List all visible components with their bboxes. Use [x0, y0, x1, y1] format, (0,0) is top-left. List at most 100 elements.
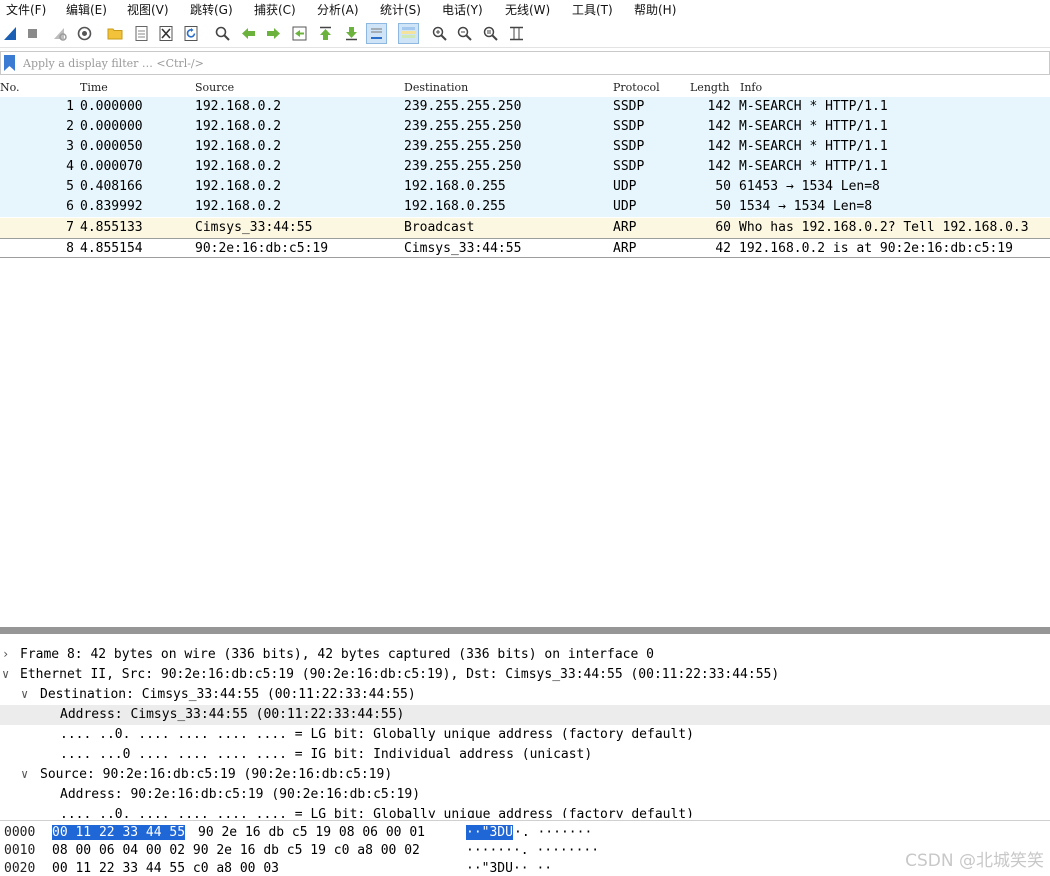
display-filter-bar — [0, 51, 1050, 75]
bytes-hex[interactable]: 00 11 22 33 44 55 c0 a8 00 03 — [52, 861, 279, 876]
tree-item-label: Frame 8: 42 bytes on wire (336 bits), 42… — [20, 647, 654, 662]
cell-destination: Broadcast — [404, 220, 475, 235]
zoom-out-icon[interactable] — [454, 23, 475, 44]
col-no[interactable]: No. — [0, 81, 20, 94]
cell-source: 192.168.0.2 — [195, 199, 282, 214]
bytes-ascii[interactable]: ··"3DU·· ·· — [466, 861, 552, 876]
cell-time: 0.000050 — [80, 139, 143, 154]
forward-arrow-icon[interactable] — [263, 23, 284, 44]
packet-row[interactable]: 4 0.000070 192.168.0.2 239.255.255.250 S… — [0, 157, 1050, 177]
packet-list: No. Time Source Destination Protocol Len… — [0, 78, 1050, 626]
pane-splitter[interactable] — [0, 627, 1050, 634]
autoscroll-icon[interactable] — [366, 23, 387, 44]
col-protocol[interactable]: Protocol — [613, 81, 660, 94]
menu-tools[interactable]: 工具(T) — [572, 1, 613, 18]
expand-arrow-icon[interactable]: › — [2, 647, 14, 661]
menu-capture[interactable]: 捕获(C) — [254, 1, 296, 18]
tree-item-src-address[interactable]: Address: 90:2e:16:db:c5:19 (90:2e:16:db:… — [0, 785, 1050, 805]
collapse-arrow-icon[interactable]: ∨ — [2, 667, 14, 681]
save-file-icon[interactable] — [131, 23, 152, 44]
close-file-icon[interactable] — [156, 23, 177, 44]
menu-edit[interactable]: 编辑(E) — [66, 1, 107, 18]
packet-details: › Frame 8: 42 bytes on wire (336 bits), … — [0, 643, 1050, 818]
normal-size-icon[interactable] — [480, 23, 501, 44]
col-destination[interactable]: Destination — [404, 81, 468, 94]
packet-row-selected[interactable]: 8 4.855154 90:2e:16:db:c5:19 Cimsys_33:4… — [0, 238, 1050, 258]
menu-help[interactable]: 帮助(H) — [634, 1, 676, 18]
back-arrow-icon[interactable] — [238, 23, 259, 44]
bytes-row: 0010 08 00 06 04 00 02 90 2e 16 db c5 19… — [0, 842, 1050, 860]
cell-no: 1 — [66, 99, 74, 114]
capture-options-icon[interactable] — [74, 23, 95, 44]
tree-item-src-lg-bit[interactable]: .... ..0. .... .... .... .... = LG bit: … — [0, 805, 1050, 818]
packet-row[interactable]: 6 0.839992 192.168.0.2 192.168.0.255 UDP… — [0, 197, 1050, 217]
resize-columns-icon[interactable] — [506, 23, 527, 44]
bytes-offset: 0010 — [4, 843, 36, 858]
cell-length: 60 — [715, 220, 731, 235]
packet-row[interactable]: 2 0.000000 192.168.0.2 239.255.255.250 S… — [0, 117, 1050, 137]
packet-row[interactable]: 5 0.408166 192.168.0.2 192.168.0.255 UDP… — [0, 177, 1050, 197]
collapse-arrow-icon[interactable]: ∨ — [21, 687, 33, 701]
first-packet-icon[interactable] — [315, 23, 336, 44]
cell-destination: 239.255.255.250 — [404, 99, 522, 114]
cell-destination: 239.255.255.250 — [404, 139, 522, 154]
tree-item-frame[interactable]: › Frame 8: 42 bytes on wire (336 bits), … — [0, 645, 1050, 665]
col-length[interactable]: Length — [690, 81, 729, 94]
tree-item-label: .... ..0. .... .... .... .... = LG bit: … — [60, 727, 694, 742]
col-info[interactable]: Info — [740, 81, 762, 94]
go-to-packet-icon[interactable] — [289, 23, 310, 44]
stop-icon[interactable] — [22, 23, 43, 44]
cell-time: 4.855154 — [80, 241, 143, 256]
collapse-arrow-icon[interactable]: ∨ — [21, 767, 33, 781]
display-filter-input[interactable] — [23, 54, 1043, 72]
col-source[interactable]: Source — [195, 81, 234, 94]
shark-fin-start-icon[interactable] — [0, 23, 21, 44]
cell-no: 2 — [66, 119, 74, 134]
cell-source: 192.168.0.2 — [195, 139, 282, 154]
bytes-row: 0020 00 11 22 33 44 55 c0 a8 00 03 ··"3D… — [0, 860, 1050, 876]
bookmark-icon[interactable] — [3, 54, 16, 72]
menu-wireless[interactable]: 无线(W) — [505, 1, 550, 18]
tree-item-source[interactable]: ∨ Source: 90:2e:16:db:c5:19 (90:2e:16:db… — [0, 765, 1050, 785]
cell-protocol: UDP — [613, 179, 637, 194]
colorize-icon[interactable] — [398, 23, 419, 44]
menu-file[interactable]: 文件(F) — [6, 1, 46, 18]
cell-length: 50 — [715, 179, 731, 194]
bytes-ascii[interactable]: ·. ······· — [514, 825, 592, 840]
col-time[interactable]: Time — [80, 81, 108, 94]
cell-protocol: SSDP — [613, 159, 645, 174]
cell-source: Cimsys_33:44:55 — [195, 220, 313, 235]
cell-time: 4.855133 — [80, 220, 143, 235]
find-icon[interactable] — [212, 23, 233, 44]
restart-icon[interactable] — [49, 23, 70, 44]
bytes-hex[interactable]: 08 00 06 04 00 02 90 2e 16 db c5 19 c0 a… — [52, 843, 420, 858]
menu-statistics[interactable]: 统计(S) — [380, 1, 421, 18]
reload-icon[interactable] — [181, 23, 202, 44]
packet-row[interactable]: 1 0.000000 192.168.0.2 239.255.255.250 S… — [0, 97, 1050, 117]
bytes-hex[interactable]: 90 2e 16 db c5 19 08 06 00 01 — [198, 825, 425, 840]
cell-info: M-SEARCH * HTTP/1.1 — [739, 159, 888, 174]
last-packet-icon[interactable] — [341, 23, 362, 44]
bytes-ascii-selected[interactable]: ··"3DU — [466, 825, 513, 840]
tree-item-label: Address: Cimsys_33:44:55 (00:11:22:33:44… — [60, 707, 405, 722]
menu-view[interactable]: 视图(V) — [127, 1, 169, 18]
tree-item-destination[interactable]: ∨ Destination: Cimsys_33:44:55 (00:11:22… — [0, 685, 1050, 705]
tree-item-label: Source: 90:2e:16:db:c5:19 (90:2e:16:db:c… — [40, 767, 393, 782]
menu-telephony[interactable]: 电话(Y) — [442, 1, 483, 18]
cell-length: 50 — [715, 199, 731, 214]
packet-row[interactable]: 3 0.000050 192.168.0.2 239.255.255.250 S… — [0, 137, 1050, 157]
zoom-in-icon[interactable] — [429, 23, 450, 44]
bytes-hex-selected[interactable]: 00 11 22 33 44 55 — [52, 825, 186, 840]
packet-row[interactable]: 7 4.855133 Cimsys_33:44:55 Broadcast ARP… — [0, 218, 1050, 238]
bytes-offset: 0000 — [4, 825, 36, 840]
menu-analyze[interactable]: 分析(A) — [317, 1, 359, 18]
tree-item-dst-ig-bit[interactable]: .... ...0 .... .... .... .... = IG bit: … — [0, 745, 1050, 765]
cell-info: Who has 192.168.0.2? Tell 192.168.0.3 — [739, 220, 1029, 235]
open-folder-icon[interactable] — [105, 23, 126, 44]
cell-info: 192.168.0.2 is at 90:2e:16:db:c5:19 — [739, 241, 1013, 256]
bytes-ascii[interactable]: ·······. ········ — [466, 843, 599, 858]
tree-item-dst-lg-bit[interactable]: .... ..0. .... .... .... .... = LG bit: … — [0, 725, 1050, 745]
tree-item-dst-address[interactable]: Address: Cimsys_33:44:55 (00:11:22:33:44… — [0, 705, 1050, 725]
menu-go[interactable]: 跳转(G) — [190, 1, 233, 18]
tree-item-ethernet[interactable]: ∨ Ethernet II, Src: 90:2e:16:db:c5:19 (9… — [0, 665, 1050, 685]
